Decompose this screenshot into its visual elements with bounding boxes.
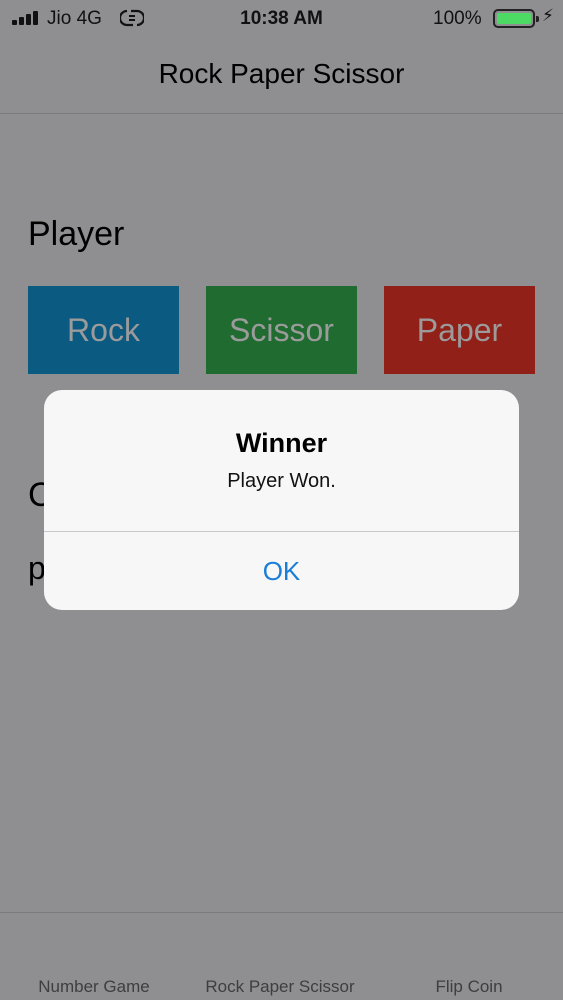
alert-ok-button[interactable]: OK	[44, 532, 519, 600]
page-title: Rock Paper Scissor	[158, 58, 405, 89]
tab-bar: Number Game Rock Paper Scissor Flip Coin	[0, 912, 563, 1000]
scissor-button[interactable]: Scissor	[206, 286, 357, 374]
tab-rock-paper-scissor[interactable]: Rock Paper Scissor	[186, 977, 374, 997]
winner-alert-dialog: Winner Player Won. OK	[44, 390, 519, 610]
battery-percentage: 100%	[433, 8, 482, 29]
tab-flip-coin[interactable]: Flip Coin	[375, 977, 563, 997]
navigation-bar: Rock Paper Scissor	[0, 38, 563, 114]
charging-bolt-icon: ⚡	[542, 6, 554, 25]
rock-button[interactable]: Rock	[28, 286, 179, 374]
alert-title: Winner	[235, 428, 328, 458]
paper-button[interactable]: Paper	[384, 286, 535, 374]
player-heading: Player	[28, 215, 125, 253]
battery-icon	[493, 9, 539, 28]
status-bar: Jio 4G 10:38 AM 100% ⚡	[0, 0, 563, 38]
tab-number-game[interactable]: Number Game	[0, 977, 188, 997]
alert-message: Player Won.	[227, 470, 336, 492]
